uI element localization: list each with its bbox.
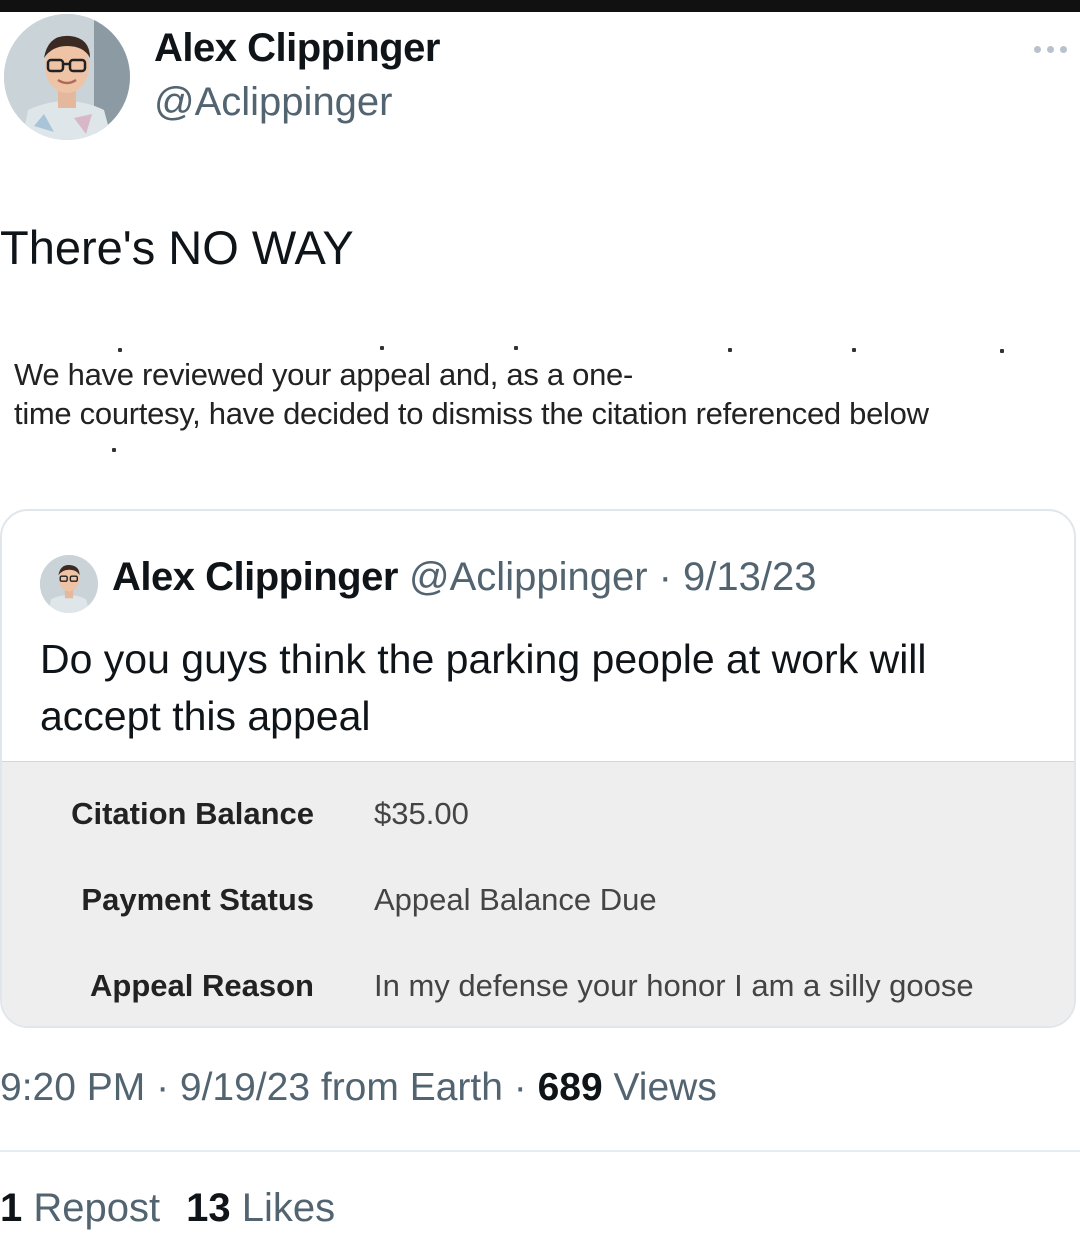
quote-text: Do you guys think the parking people at … [40, 636, 927, 739]
tweet-time-date[interactable]: 9:20 PM · 9/19/23 from Earth · [0, 1066, 538, 1109]
quote-avatar-photo [40, 555, 98, 613]
author-avatar[interactable] [4, 14, 130, 140]
avatar-photo [4, 14, 130, 140]
letter-line-2: time courtesy, have decided to dismiss t… [14, 396, 929, 431]
top-bar [0, 0, 1080, 12]
views-label: Views [602, 1066, 717, 1109]
likes-label: Likes [230, 1186, 336, 1230]
reposts-label: Repost [22, 1186, 161, 1230]
author-handle[interactable]: @Aclippinger [154, 80, 393, 125]
quote-author-name[interactable]: Alex Clippinger [112, 555, 398, 599]
citation-row: Payment Status Appeal Balance Due [2, 882, 1074, 922]
citation-label: Appeal Reason [90, 968, 314, 1003]
citation-value: In my defense your honor I am a silly go… [374, 968, 974, 1003]
citation-value: Appeal Balance Due [374, 882, 657, 917]
quoted-tweet-card[interactable]: Alex Clippinger @Aclippinger · 9/13/23 D… [0, 509, 1076, 1028]
citation-label: Payment Status [81, 882, 314, 917]
citation-value: $35.00 [374, 796, 469, 831]
more-options-icon[interactable] [1026, 34, 1074, 64]
letter-line-1: We have reviewed your appeal and, as a o… [14, 357, 633, 392]
likes-stat[interactable]: 13 Likes [186, 1186, 335, 1230]
author-name[interactable]: Alex Clippinger [154, 26, 440, 71]
likes-count: 13 [186, 1186, 231, 1230]
citation-screenshot[interactable]: Citation Balance $35.00 Payment Status A… [2, 761, 1074, 1026]
reposts-count: 1 [0, 1186, 23, 1230]
divider [0, 1150, 1080, 1152]
citation-row: Appeal Reason In my defense your honor I… [2, 968, 1074, 1008]
quote-header: Alex Clippinger @Aclippinger · 9/13/23 [112, 555, 817, 600]
views-count: 689 [537, 1066, 603, 1109]
engagement-stats: 1 Repost 13 Likes [0, 1186, 335, 1231]
citation-row: Citation Balance $35.00 [2, 796, 1074, 836]
tweet-text: There's NO WAY [0, 221, 354, 274]
reposts-stat[interactable]: 1 Repost [0, 1186, 160, 1230]
quote-author-avatar[interactable] [40, 555, 98, 613]
quote-meta: @Aclippinger · 9/13/23 [409, 555, 817, 599]
tweet-timestamp: 9:20 PM · 9/19/23 from Earth · 689 Views [0, 1066, 717, 1110]
citation-label: Citation Balance [71, 796, 314, 831]
